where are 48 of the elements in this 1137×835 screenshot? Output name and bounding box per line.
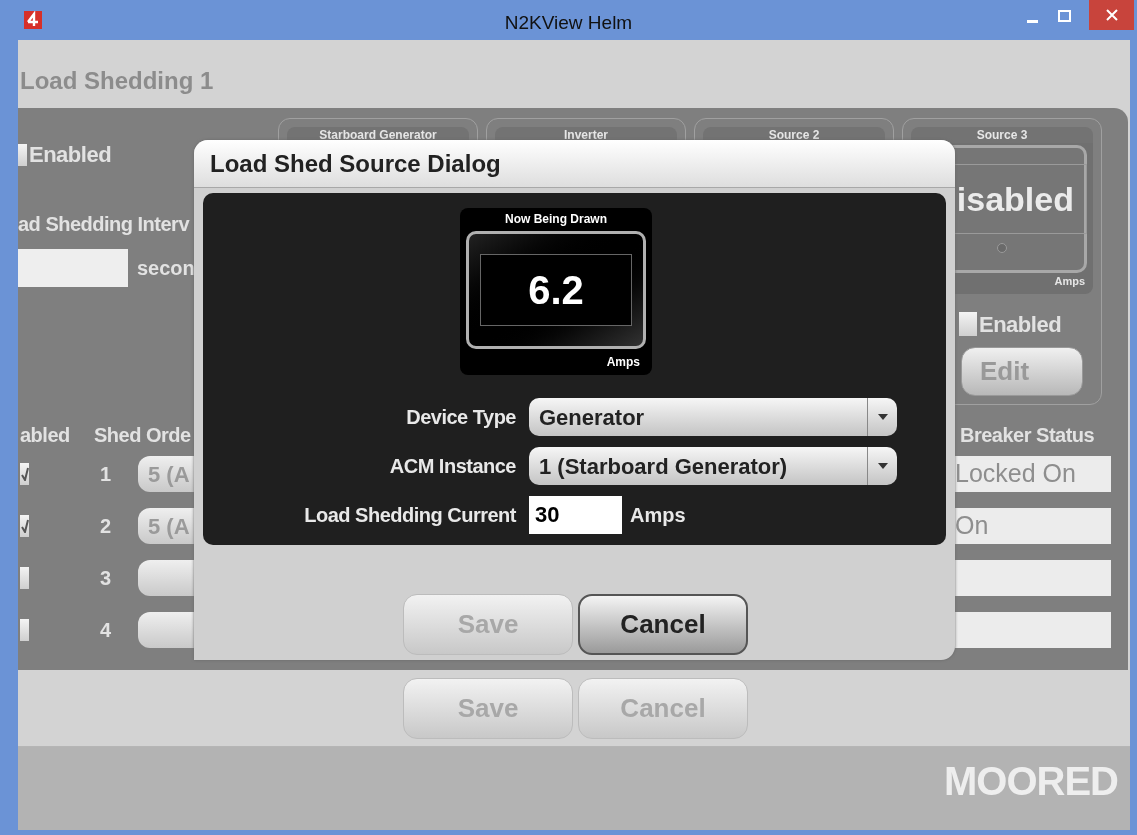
order-number: 3 bbox=[100, 567, 112, 589]
column-header: Breaker Status bbox=[960, 424, 1095, 446]
mode-label: MOORED bbox=[944, 759, 1118, 803]
current-field[interactable]: 30 bbox=[529, 496, 622, 534]
card-title: Starboard Generator bbox=[319, 127, 437, 144]
field-label: Device Type bbox=[406, 406, 516, 428]
checkbox[interactable] bbox=[18, 143, 27, 166]
unit-label: Amps bbox=[606, 355, 640, 369]
dialog-title: Load Shed Source Dialog bbox=[210, 148, 501, 179]
window-title: N2KView Helm bbox=[504, 12, 633, 33]
gauge-reading: isabled bbox=[956, 178, 1074, 220]
checkbox[interactable] bbox=[20, 619, 29, 641]
maximize-icon[interactable] bbox=[1058, 10, 1071, 22]
app-icon bbox=[24, 11, 42, 29]
field-label: ACM Instance bbox=[389, 455, 516, 477]
indicator-icon bbox=[996, 242, 1008, 254]
caret-icon bbox=[877, 463, 888, 469]
order-number: 1 bbox=[100, 463, 112, 485]
page-title: Load Shedding 1 bbox=[20, 66, 214, 96]
checkbox[interactable] bbox=[20, 463, 29, 485]
dropdown[interactable]: Generator bbox=[529, 398, 897, 436]
gauge-title: Now Being Drawn bbox=[505, 211, 607, 228]
card-title: Source 2 bbox=[768, 127, 820, 144]
order-number: 4 bbox=[100, 619, 112, 641]
caret-icon bbox=[877, 414, 888, 420]
unit-label: Amps bbox=[630, 503, 686, 528]
interval-field[interactable] bbox=[18, 249, 128, 287]
column-header: Shed Orde bbox=[94, 424, 191, 446]
close-icon bbox=[1105, 9, 1118, 21]
cancel-button[interactable]: Cancel bbox=[578, 594, 748, 655]
checkbox[interactable] bbox=[959, 312, 977, 336]
checkmark-icon bbox=[20, 467, 29, 481]
field-label: Load Shedding Current bbox=[304, 504, 516, 526]
order-number: 2 bbox=[100, 515, 112, 537]
unit-label: secon bbox=[137, 256, 195, 281]
card-title: Source 3 bbox=[976, 127, 1028, 143]
checkbox-label: Enabled bbox=[29, 141, 112, 169]
column-header: abled bbox=[20, 424, 70, 446]
card-title: Inverter bbox=[564, 127, 608, 144]
checkbox[interactable] bbox=[20, 515, 29, 537]
interval-label: ad Shedding Interv bbox=[18, 212, 191, 237]
gauge-value: 6.2 bbox=[528, 267, 584, 314]
checkbox[interactable] bbox=[20, 567, 29, 589]
dropdown[interactable]: 1 (Starboard Generator) bbox=[529, 447, 897, 485]
close-button[interactable] bbox=[1089, 0, 1134, 30]
checkmark-icon bbox=[20, 519, 29, 533]
checkbox-label: Enabled bbox=[979, 310, 1062, 339]
unit-label: Amps bbox=[1054, 274, 1085, 289]
